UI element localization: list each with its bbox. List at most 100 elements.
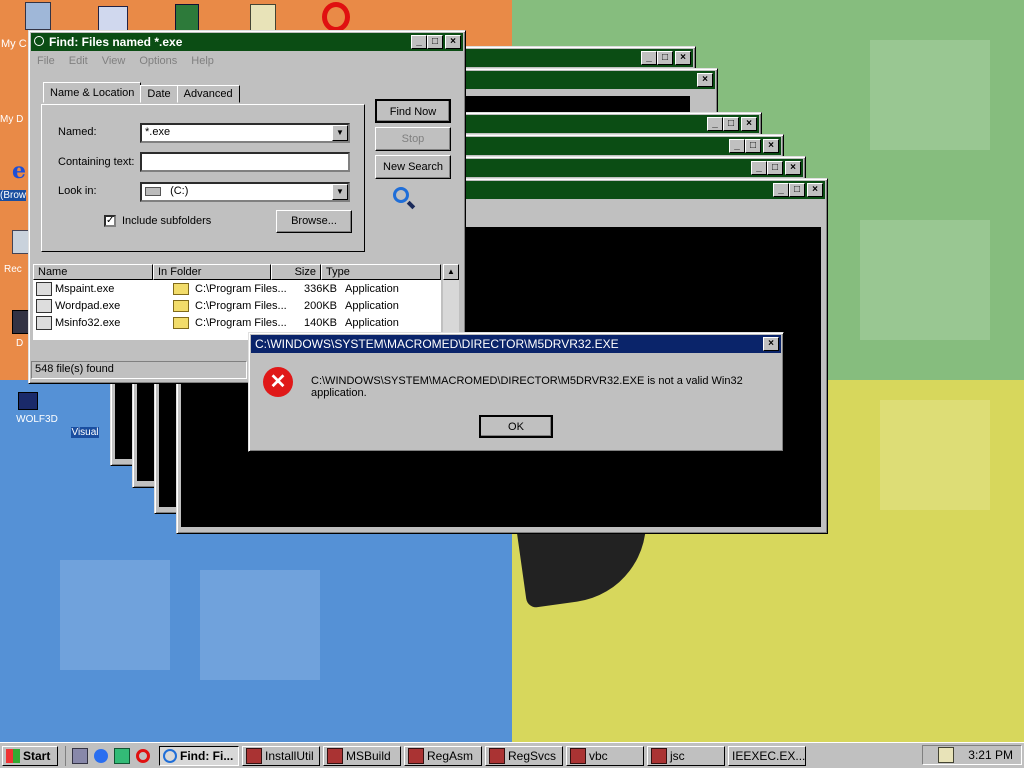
browse-button[interactable]: Browse... — [276, 210, 352, 233]
wallpaper-pane — [880, 400, 990, 510]
tab-advanced[interactable]: Advanced — [176, 85, 240, 103]
maximize-icon[interactable]: □ — [723, 117, 739, 131]
tab-date[interactable]: Date — [140, 85, 178, 103]
folder-icon — [173, 299, 189, 312]
menu-view[interactable]: View — [102, 55, 126, 67]
internet-explorer-icon[interactable] — [94, 748, 108, 763]
wolf3d-icon[interactable] — [18, 392, 38, 410]
taskbar-item-ieexec[interactable]: IEEXEC.EX... — [728, 745, 806, 766]
scheduler-icon[interactable] — [250, 4, 276, 32]
taskbar-item-regsvcs[interactable]: RegSvcs — [485, 745, 563, 766]
vertical-scrollbar[interactable]: ▲ — [443, 264, 459, 340]
close-icon[interactable]: × — [675, 51, 691, 65]
minimize-icon[interactable]: _ — [707, 117, 723, 131]
desktop-icon-label: Visual — [71, 427, 99, 438]
table-row[interactable]: Msinfo32.exe C:\Program Files... 140KB A… — [33, 314, 441, 331]
desktop-icon-label: WOLF3D — [16, 414, 58, 425]
table-row[interactable]: Mspaint.exe C:\Program Files... 336KB Ap… — [33, 280, 441, 297]
wallpaper-pane — [200, 570, 320, 680]
new-search-button[interactable]: New Search — [375, 155, 451, 179]
close-icon[interactable]: × — [763, 337, 779, 351]
find-window-titlebar[interactable]: Find: Files named *.exe _ □ × — [31, 33, 463, 51]
desktop-icon-label: D — [16, 338, 24, 349]
maximize-icon[interactable]: □ — [767, 161, 783, 175]
close-icon[interactable]: × — [785, 161, 801, 175]
excel-icon[interactable] — [175, 4, 199, 32]
taskbar-item-label: RegAsm — [427, 748, 474, 763]
maximize-icon[interactable]: □ — [745, 139, 761, 153]
menu-edit[interactable]: Edit — [69, 55, 88, 67]
menu-options[interactable]: Options — [139, 55, 177, 67]
desktop-icon-wolf3d[interactable]: WOLF3D — [2, 414, 72, 425]
close-icon[interactable]: × — [445, 35, 461, 49]
briefcase-icon[interactable] — [98, 6, 128, 32]
containing-text-label: Containing text: — [58, 156, 135, 168]
chevron-down-icon[interactable]: ▼ — [332, 184, 348, 200]
include-subfolders-label[interactable]: Include subfolders — [122, 215, 211, 227]
tab-panel: Named: *.exe ▼ Containing text: Look in:… — [41, 104, 365, 252]
close-icon[interactable]: × — [741, 117, 757, 131]
folder-icon — [173, 316, 189, 329]
search-icon — [163, 748, 177, 763]
tab-name-location[interactable]: Name & Location — [43, 82, 142, 103]
menu-file[interactable]: File — [37, 55, 55, 67]
file-size: 336KB — [303, 282, 337, 295]
opera-icon[interactable] — [136, 748, 150, 763]
wallpaper-pane — [860, 220, 990, 340]
wallpaper-pane — [60, 560, 170, 670]
desktop-icon-visual[interactable]: Visual — [60, 427, 110, 438]
taskbar-item-installutil[interactable]: InstallUtil — [242, 745, 320, 766]
clock[interactable]: 3:21 PM — [968, 748, 1013, 762]
minimize-icon[interactable]: _ — [773, 183, 789, 197]
taskbar-item-label: jsc — [670, 748, 685, 763]
drive-icon — [145, 186, 161, 196]
look-in-label: Look in: — [58, 185, 97, 197]
minimize-icon[interactable]: _ — [641, 51, 657, 65]
desktop: My C My D e (Brow Rec D WOLF3D Visual _ □… — [0, 0, 1024, 742]
minimize-icon[interactable]: _ — [411, 35, 427, 49]
file-size: 200KB — [303, 299, 337, 312]
taskbar-item-vbc[interactable]: vbc — [566, 745, 644, 766]
maximize-icon[interactable]: □ — [427, 35, 443, 49]
results-list[interactable]: Mspaint.exe C:\Program Files... 336KB Ap… — [33, 280, 441, 340]
taskbar-item-msbuild[interactable]: MSBuild — [323, 745, 401, 766]
taskbar-item-jsc[interactable]: jsc — [647, 745, 725, 766]
scroll-up-icon[interactable]: ▲ — [443, 264, 459, 280]
maximize-icon[interactable]: □ — [789, 183, 805, 197]
scheduler-icon[interactable] — [938, 747, 955, 763]
look-in-combobox[interactable]: (C:) ▼ — [140, 182, 350, 202]
find-now-button[interactable]: Find Now — [375, 99, 451, 123]
chevron-down-icon[interactable]: ▼ — [332, 125, 348, 141]
named-combobox[interactable]: *.exe ▼ — [140, 123, 350, 143]
show-desktop-icon[interactable] — [72, 747, 88, 764]
close-icon[interactable]: × — [697, 73, 713, 87]
ok-button[interactable]: OK — [479, 415, 553, 438]
column-in-folder[interactable]: In Folder — [153, 264, 271, 280]
stop-button[interactable]: Stop — [375, 127, 451, 151]
start-button[interactable]: Start — [2, 745, 58, 766]
close-icon[interactable]: × — [807, 183, 823, 197]
taskbar-item-find[interactable]: Find: Fi... — [159, 745, 239, 766]
include-subfolders-checkbox[interactable]: ✓ — [104, 215, 116, 227]
close-icon[interactable]: × — [763, 139, 779, 153]
column-type[interactable]: Type — [321, 264, 441, 280]
file-icon — [36, 281, 52, 296]
desktop-icon-label: My D — [0, 114, 24, 125]
table-row[interactable]: Wordpad.exe C:\Program Files... 200KB Ap… — [33, 297, 441, 314]
outlook-icon[interactable] — [114, 747, 130, 764]
network-icon[interactable] — [25, 2, 51, 30]
file-name: Msinfo32.exe — [55, 316, 121, 329]
minimize-icon[interactable]: _ — [729, 139, 745, 153]
containing-text-input[interactable] — [140, 152, 350, 172]
opera-icon[interactable] — [322, 2, 350, 32]
minimize-icon[interactable]: _ — [751, 161, 767, 175]
error-message: C:\WINDOWS\SYSTEM\MACROMED\DIRECTOR\M5DR… — [311, 375, 743, 399]
error-dialog-titlebar[interactable]: C:\WINDOWS\SYSTEM\MACROMED\DIRECTOR\M5DR… — [251, 335, 781, 353]
tab-row: Name & Location Date Advanced — [43, 82, 240, 103]
maximize-icon[interactable]: □ — [657, 51, 673, 65]
column-name[interactable]: Name — [33, 264, 153, 280]
menu-help[interactable]: Help — [191, 55, 214, 67]
column-size[interactable]: Size — [271, 264, 321, 280]
named-value: *.exe — [145, 126, 171, 138]
taskbar-item-regasm[interactable]: RegAsm — [404, 745, 482, 766]
